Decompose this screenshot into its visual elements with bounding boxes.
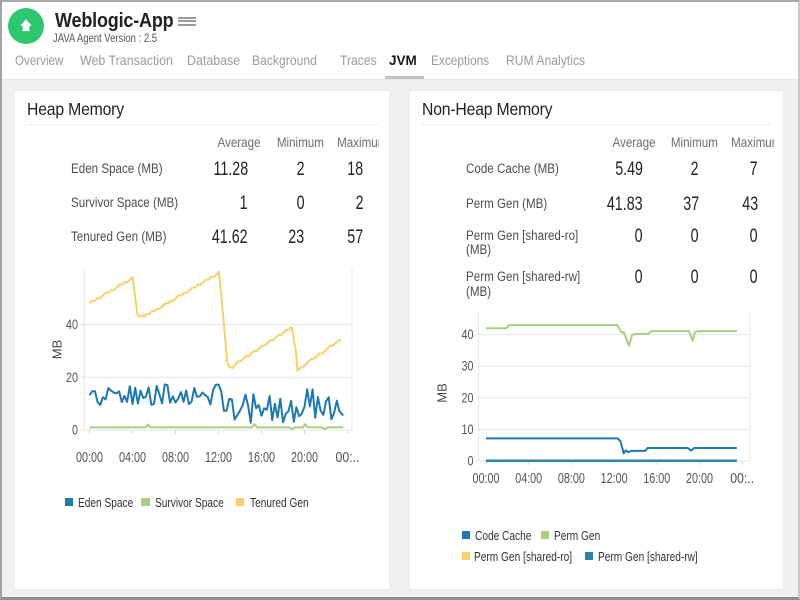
svg-text:04:00: 04:00 (119, 450, 146, 466)
svg-text:08:00: 08:00 (162, 450, 189, 466)
svg-text:0: 0 (467, 453, 473, 469)
svg-text:20:00: 20:00 (291, 450, 318, 466)
svg-text:10: 10 (461, 421, 473, 437)
svg-text:40: 40 (461, 326, 473, 342)
svg-text:MB: MB (50, 340, 65, 360)
svg-text:04:00: 04:00 (515, 471, 542, 487)
svg-text:20: 20 (461, 389, 473, 405)
svg-text:00:..: 00:.. (336, 450, 360, 466)
svg-text:MB: MB (434, 383, 449, 403)
svg-text:00:00: 00:00 (472, 471, 499, 487)
svg-text:08:00: 08:00 (557, 471, 584, 487)
svg-text:20: 20 (66, 369, 78, 385)
svg-text:0: 0 (72, 422, 78, 438)
svg-text:00:..: 00:.. (730, 471, 754, 487)
svg-text:00:00: 00:00 (76, 450, 103, 466)
svg-text:12:00: 12:00 (600, 471, 627, 487)
svg-text:20:00: 20:00 (686, 471, 713, 487)
svg-text:16:00: 16:00 (248, 450, 275, 466)
svg-text:12:00: 12:00 (205, 450, 232, 466)
svg-text:40: 40 (66, 316, 78, 332)
svg-text:30: 30 (461, 358, 473, 374)
svg-text:16:00: 16:00 (643, 471, 670, 487)
